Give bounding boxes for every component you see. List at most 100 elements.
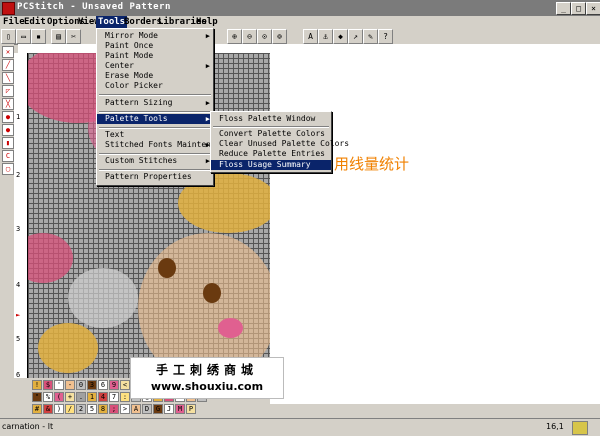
palette-symbol-cell[interactable]: ; <box>109 404 119 414</box>
menu-item-color-picker[interactable]: Color Picker <box>97 81 213 91</box>
menu-bar: File Edit Options View Tools Borders Lib… <box>0 16 600 28</box>
menu-separator <box>99 94 211 96</box>
palette-symbol-cell[interactable]: 2 <box>76 404 86 414</box>
palette-symbol-cell[interactable]: # <box>32 404 42 414</box>
fill-icon[interactable]: ◆ <box>333 29 348 44</box>
watermark-line2: www.shouxiu.com <box>150 380 264 393</box>
menu-item-pattern-sizing[interactable]: Pattern Sizing ▶ <box>97 98 213 108</box>
title-bar: PCStitch - Unsaved Pattern _ □ × <box>0 0 600 16</box>
palette-symbol-cell[interactable]: : <box>120 392 130 402</box>
close-button[interactable]: × <box>586 2 600 15</box>
stitch-icon[interactable]: ⚓ <box>318 29 333 44</box>
palette-symbol-cell[interactable]: 8 <box>98 404 108 414</box>
font-icon[interactable]: A <box>303 29 318 44</box>
menu-item-clear-unused-palette[interactable]: Clear Unused Palette Colors <box>211 139 349 149</box>
minimize-button[interactable]: _ <box>556 2 571 15</box>
ruler-mark: 2 <box>16 171 21 179</box>
palette-symbol-cell[interactable]: & <box>43 404 53 414</box>
maximize-button[interactable]: □ <box>571 2 586 15</box>
palette-symbol-cell[interactable]: " <box>32 392 42 402</box>
half-stitch-2-icon[interactable]: ╲ <box>2 72 14 84</box>
palette-symbol-cell[interactable]: M <box>175 404 185 414</box>
app-icon <box>2 2 15 15</box>
cut-icon[interactable]: ✂ <box>66 29 81 44</box>
annotation-label: 用线量统计 <box>334 155 410 173</box>
menu-item-paint-once[interactable]: Paint Once <box>97 41 213 51</box>
menu-item-palette-tools[interactable]: Palette Tools ▶ <box>97 114 213 124</box>
select-icon[interactable]: ▢ <box>2 163 14 175</box>
menu-item-center[interactable]: Center ▶ <box>97 61 213 71</box>
palette-symbol-cell[interactable]: $ <box>43 380 53 390</box>
palette-symbol-cell[interactable]: ( <box>54 392 64 402</box>
palette-symbol-cell[interactable]: 6 <box>98 380 108 390</box>
palette-symbol-cell[interactable]: ) <box>54 404 64 414</box>
help-icon[interactable]: ? <box>378 29 393 44</box>
menu-separator <box>99 169 211 171</box>
palette-symbol-cell[interactable]: > <box>120 404 130 414</box>
half-stitch-icon[interactable]: ╱ <box>2 59 14 71</box>
palette-symbol-cell[interactable]: 9 <box>109 380 119 390</box>
palette-symbol-cell[interactable]: J <box>164 404 174 414</box>
picker-icon[interactable]: ✎ <box>363 29 378 44</box>
palette-symbol-cell[interactable]: + <box>65 392 75 402</box>
menu-edit[interactable]: Edit <box>22 16 48 28</box>
menu-item-floss-usage-summary[interactable]: Floss Usage Summary <box>211 160 331 170</box>
palette-symbol-cell[interactable]: P <box>186 404 196 414</box>
palette-symbol-cell[interactable]: 5 <box>87 404 97 414</box>
needle-icon[interactable]: ↗ <box>348 29 363 44</box>
specialty-icon[interactable]: ▮ <box>2 137 14 149</box>
zoom-reset-icon[interactable]: ⊚ <box>272 29 287 44</box>
menu-item-mirror-mode[interactable]: Mirror Mode ▶ <box>97 31 213 41</box>
menu-item-erase-mode[interactable]: Erase Mode <box>97 71 213 81</box>
palette-symbol-cell[interactable]: 0 <box>76 380 86 390</box>
status-bar: carnation - lt 16,1 <box>0 418 600 436</box>
backstitch-icon[interactable]: ╳ <box>2 98 14 110</box>
menu-item-reduce-palette-entries[interactable]: Reduce Palette Entries <box>211 149 331 159</box>
palette-symbol-cell[interactable]: D <box>142 404 152 414</box>
menu-item-custom-stitches[interactable]: Custom Stitches ▶ <box>97 156 213 166</box>
zoom-in-icon[interactable]: ⊕ <box>227 29 242 44</box>
menu-separator <box>99 127 211 129</box>
toolbar: ▯ ▭ ▪ ▤ ✂ ⊕ ⊖ ⊙ ⊚ A ⚓ ◆ ↗ ✎ ? <box>0 28 600 45</box>
color-icon[interactable]: C <box>2 150 14 162</box>
palette-symbol-cell[interactable]: 1 <box>87 392 97 402</box>
palette-tools-submenu: Floss Palette Window Convert Palette Col… <box>210 111 349 173</box>
palette-symbol-cell[interactable]: 3 <box>87 380 97 390</box>
menu-item-paint-mode[interactable]: Paint Mode <box>97 51 213 61</box>
tools-menu: Mirror Mode ▶ Paint Once Paint Mode Cente… <box>96 28 230 186</box>
palette-symbol-cell[interactable]: 7 <box>109 392 119 402</box>
palette-symbol-cell[interactable]: G <box>153 404 163 414</box>
menu-item-floss-palette-window[interactable]: Floss Palette Window <box>211 114 331 124</box>
palette-symbol-cell[interactable]: ' <box>54 380 64 390</box>
french-knot-icon[interactable]: ● <box>2 111 14 123</box>
print-icon[interactable]: ▤ <box>51 29 66 44</box>
quarter-stitch-icon[interactable]: ◸ <box>2 85 14 97</box>
palette-symbol-cell[interactable]: - <box>65 380 75 390</box>
palette-symbol-cell[interactable]: . <box>76 392 86 402</box>
window-title: PCStitch - Unsaved Pattern <box>17 2 171 12</box>
menu-item-pattern-properties[interactable]: Pattern Properties <box>97 172 213 182</box>
palette-symbol-cell[interactable]: % <box>43 392 53 402</box>
palette-symbol-cell[interactable]: / <box>65 404 75 414</box>
ruler-cursor-mark: ► <box>16 311 21 319</box>
palette-symbol-cell[interactable]: 4 <box>98 392 108 402</box>
menu-item-convert-palette-colors[interactable]: Convert Palette Colors <box>211 129 331 139</box>
ruler-mark: 5 <box>16 335 21 343</box>
watermark: 手工刺绣商城 www.shouxiu.com <box>130 357 284 399</box>
left-ruler: 1 2 3 4 ► 5 6 <box>14 53 28 379</box>
save-icon[interactable]: ▪ <box>31 29 46 44</box>
open-file-icon[interactable]: ▭ <box>16 29 31 44</box>
menu-item-text[interactable]: Text <box>97 130 213 140</box>
menu-help[interactable]: Help <box>194 16 220 28</box>
ruler-mark: 6 <box>16 371 21 379</box>
zoom-fit-icon[interactable]: ⊙ <box>257 29 272 44</box>
zoom-out-icon[interactable]: ⊖ <box>242 29 257 44</box>
palette-symbol-cell[interactable]: < <box>120 380 130 390</box>
palette-symbol-cell[interactable]: A <box>131 404 141 414</box>
bead-icon[interactable]: ● <box>2 124 14 136</box>
menu-item-stitched-fonts[interactable]: Stitched Fonts Maintenance ▶ <box>97 140 230 150</box>
full-stitch-icon[interactable]: ✕ <box>2 46 14 58</box>
palette-symbol-cell[interactable]: ! <box>32 380 42 390</box>
ruler-mark: 3 <box>16 225 21 233</box>
new-file-icon[interactable]: ▯ <box>1 29 16 44</box>
